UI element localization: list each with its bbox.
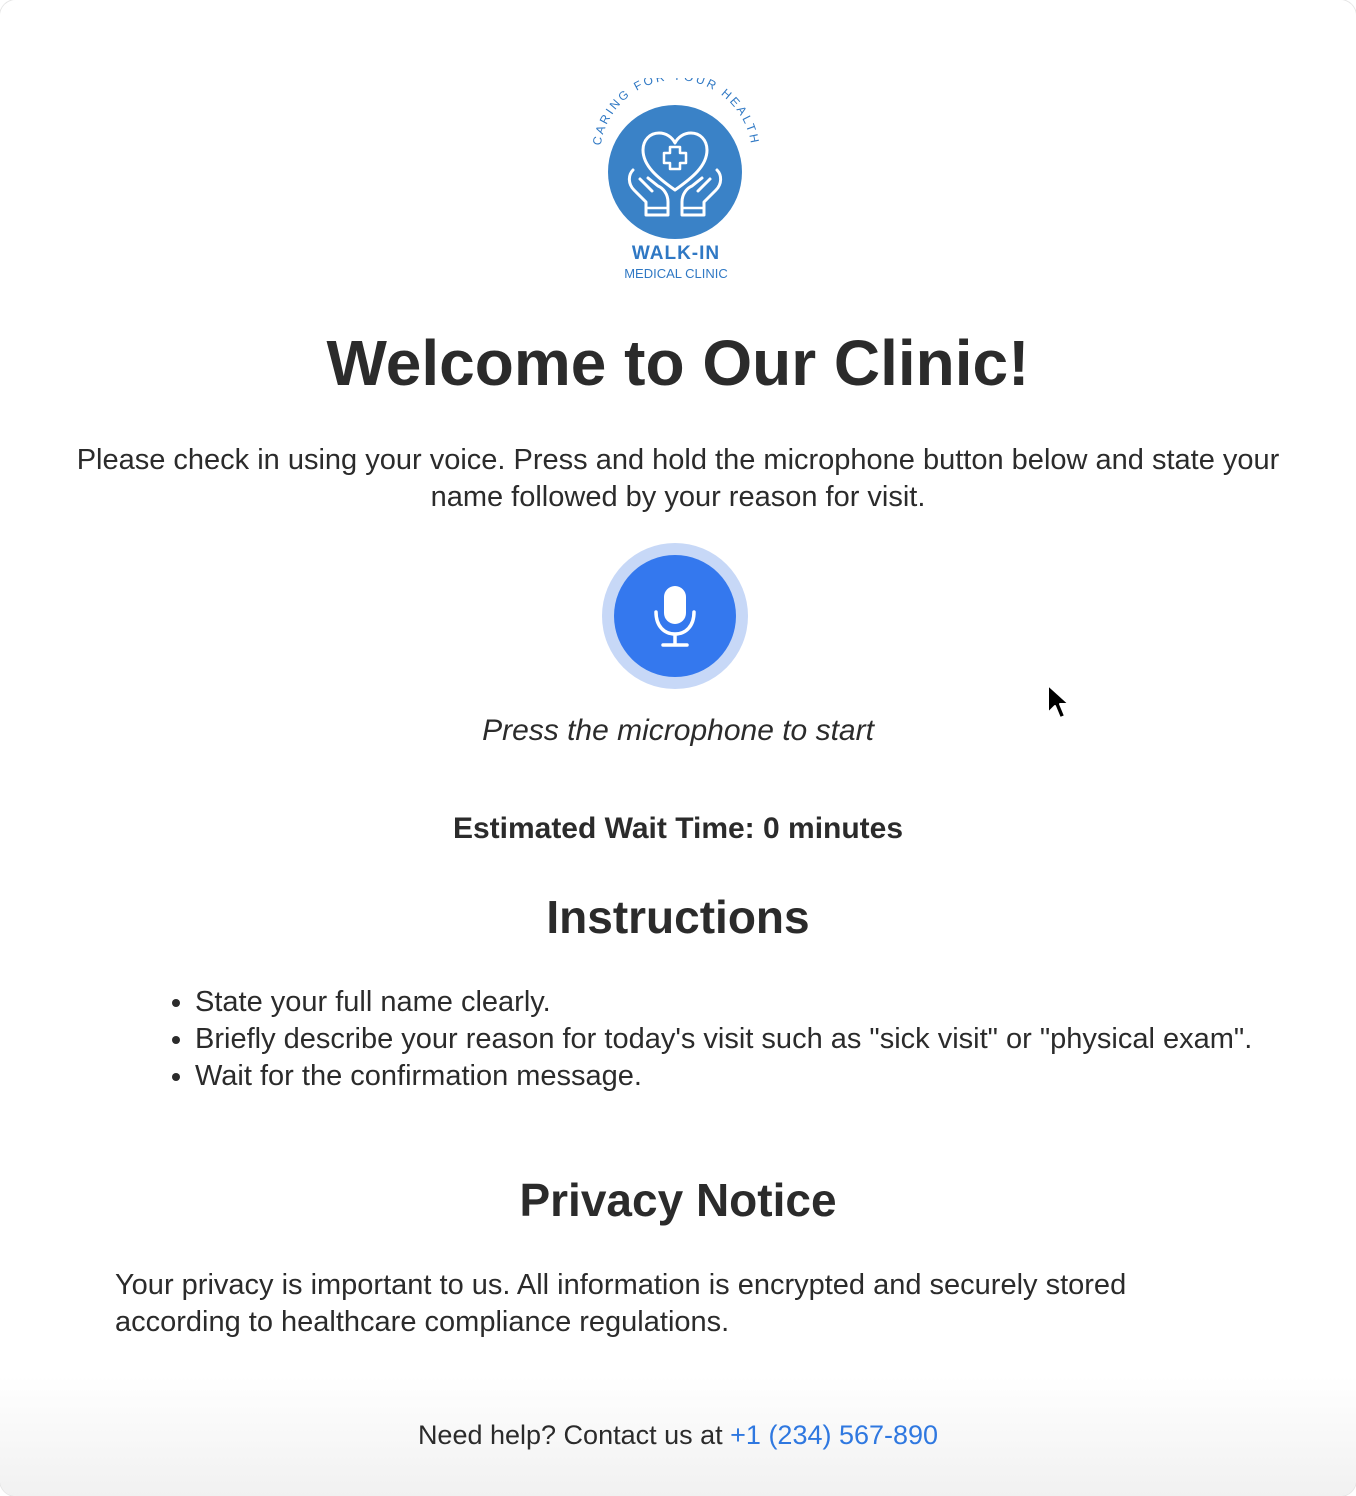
- instruction-item: Briefly describe your reason for today's…: [195, 1021, 1355, 1058]
- intro-text: Please check in using your voice. Press …: [76, 444, 1280, 513]
- help-contact: Need help? Contact us at +1 (234) 567-89…: [0, 1420, 1356, 1451]
- wait-time: Estimated Wait Time: 0 minutes: [452, 812, 904, 845]
- check-in-page: CARING FOR YOUR HEALTH WALK-IN MEDICAL C…: [0, 0, 1356, 1496]
- microphone-icon: [654, 586, 696, 647]
- phone-link[interactable]: +1 (234) 567-890: [730, 1420, 938, 1450]
- help-prefix: Need help? Contact us at: [417, 1420, 723, 1450]
- privacy-text: Your privacy is important to us. All inf…: [115, 1269, 1127, 1338]
- microphone-halo: [602, 543, 748, 689]
- page-title: Welcome to Our Clinic!: [326, 327, 1030, 399]
- instruction-item: State your full name clearly.: [195, 984, 1355, 1021]
- mouse-cursor-icon: [1047, 684, 1070, 719]
- clinic-logo: CARING FOR YOUR HEALTH WALK-IN MEDICAL C…: [588, 78, 764, 284]
- instruction-item: Wait for the confirmation message.: [195, 1058, 1355, 1095]
- microphone-status: Press the microphone to start: [482, 714, 874, 747]
- logo-title: WALK-IN: [631, 243, 721, 264]
- logo-subtitle: MEDICAL CLINIC: [624, 266, 728, 281]
- microphone-button[interactable]: [614, 555, 736, 677]
- instructions-heading: Instructions: [546, 891, 810, 943]
- instructions-list: State your full name clearly. Briefly de…: [110, 984, 1355, 1095]
- privacy-heading: Privacy Notice: [519, 1174, 837, 1226]
